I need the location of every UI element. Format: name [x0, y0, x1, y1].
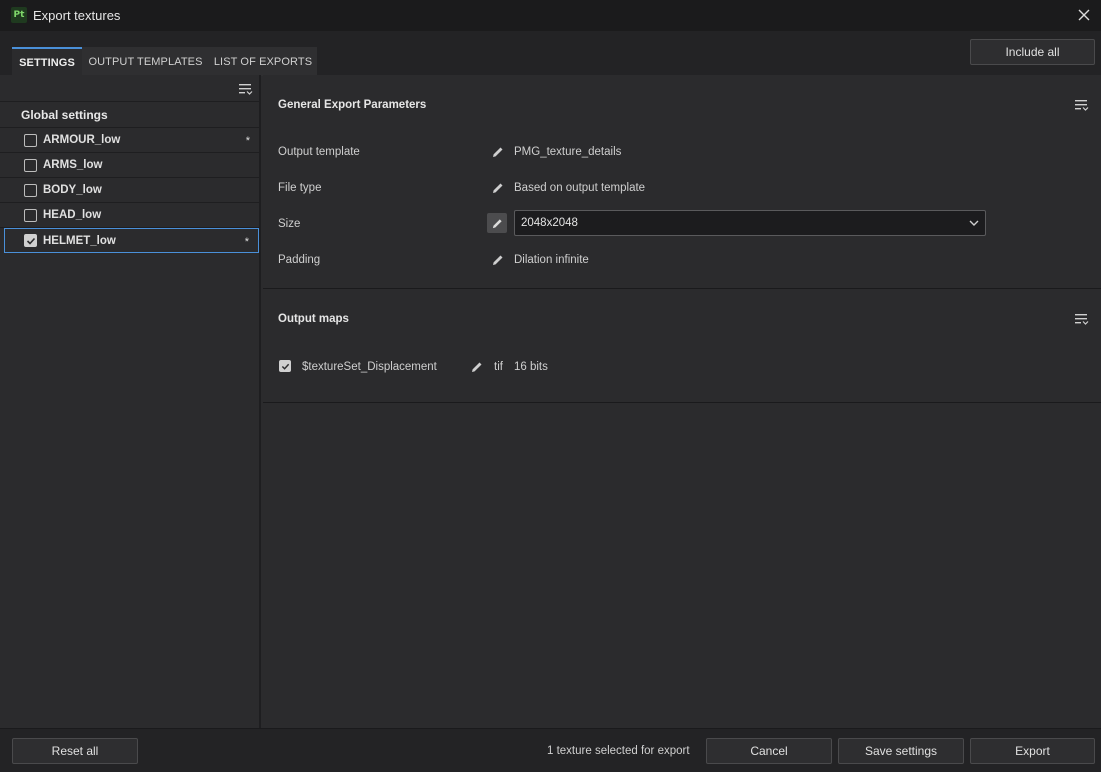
export-button[interactable]: Export	[970, 738, 1095, 764]
checkmark-icon	[281, 363, 289, 370]
tab-output-templates[interactable]: OUTPUT TEMPLATES	[82, 47, 209, 76]
edit-pencil-icon[interactable]	[492, 254, 504, 266]
cancel-button[interactable]: Cancel	[706, 738, 832, 764]
size-dropdown-value: 2048x2048	[521, 217, 578, 229]
title-bar: Pt Export textures	[0, 0, 1101, 31]
section-divider	[263, 402, 1101, 403]
modified-indicator: *	[244, 236, 249, 248]
texture-set-checkbox[interactable]	[24, 158, 37, 172]
edit-pencil-icon[interactable]	[492, 182, 504, 194]
texture-set-label: ARMOUR_low	[43, 134, 121, 146]
edit-pencil-icon	[492, 218, 502, 228]
output-template-value: PMG_texture_details	[514, 146, 622, 158]
section-divider	[263, 288, 1101, 289]
include-all-button[interactable]: Include all	[970, 39, 1095, 65]
texture-set-item[interactable]: HEAD_low	[0, 203, 259, 228]
chevron-down-icon	[969, 220, 979, 226]
reset-all-button[interactable]: Reset all	[12, 738, 138, 764]
output-map-checkbox[interactable]	[279, 360, 291, 372]
texture-set-panel: Global settings ARMOUR_low * ARMS_low BO…	[0, 75, 261, 728]
output-template-label: Output template	[278, 146, 360, 158]
texture-set-label: BODY_low	[43, 184, 102, 196]
texture-set-item-selected[interactable]: HELMET_low *	[4, 228, 259, 253]
file-type-value: Based on output template	[514, 182, 646, 194]
texture-set-checkbox[interactable]	[24, 183, 37, 197]
output-map-name: $textureSet_Displacement	[302, 361, 437, 373]
texture-set-checkbox[interactable]	[24, 208, 37, 222]
export-status-text: 1 texture selected for export	[547, 745, 690, 757]
texture-set-item[interactable]: ARMOUR_low *	[0, 128, 259, 153]
tab-strip: SETTINGS OUTPUT TEMPLATES LIST OF EXPORT…	[0, 31, 1101, 76]
texture-set-checkbox[interactable]	[24, 133, 37, 147]
output-maps-title: Output maps	[278, 313, 349, 325]
edit-pencil-icon[interactable]	[471, 361, 483, 373]
size-dropdown[interactable]: 2048x2048	[514, 210, 986, 236]
texture-set-checkbox[interactable]	[24, 234, 37, 247]
app-logo-icon: Pt	[11, 7, 27, 23]
section-menu-icon[interactable]	[1075, 313, 1089, 325]
file-type-label: File type	[278, 182, 322, 194]
output-map-bits: 16 bits	[514, 361, 548, 373]
list-menu-icon[interactable]	[239, 83, 253, 95]
padding-label: Padding	[278, 254, 321, 266]
footer-bar: Reset all 1 texture selected for export …	[0, 728, 1101, 772]
save-settings-button[interactable]: Save settings	[838, 738, 964, 764]
texture-set-item[interactable]: ARMS_low	[0, 153, 259, 178]
texture-set-label: HEAD_low	[43, 209, 102, 221]
general-params-title: General Export Parameters	[278, 99, 427, 111]
close-icon	[1078, 9, 1090, 21]
window-title: Export textures	[33, 8, 121, 23]
global-settings-label: Global settings	[21, 108, 108, 122]
padding-value: Dilation infinite	[514, 254, 589, 266]
modified-indicator: *	[245, 135, 250, 147]
close-button[interactable]	[1073, 4, 1095, 26]
texture-set-label: HELMET_low	[43, 234, 116, 247]
global-settings-item[interactable]: Global settings	[0, 103, 259, 128]
texture-set-item[interactable]: BODY_low	[0, 178, 259, 203]
edit-pencil-icon[interactable]	[492, 146, 504, 158]
size-label: Size	[278, 218, 301, 230]
tab-settings[interactable]: SETTINGS	[12, 47, 82, 76]
left-toolbar	[0, 75, 259, 102]
checkmark-icon	[26, 237, 35, 245]
output-map-format: tif	[494, 361, 503, 373]
tab-list-of-exports[interactable]: LIST OF EXPORTS	[209, 47, 317, 76]
section-menu-icon[interactable]	[1075, 99, 1089, 111]
texture-set-label: ARMS_low	[43, 159, 103, 171]
size-edit-button[interactable]	[487, 213, 507, 233]
settings-panel: General Export Parameters Output templat…	[263, 75, 1101, 728]
